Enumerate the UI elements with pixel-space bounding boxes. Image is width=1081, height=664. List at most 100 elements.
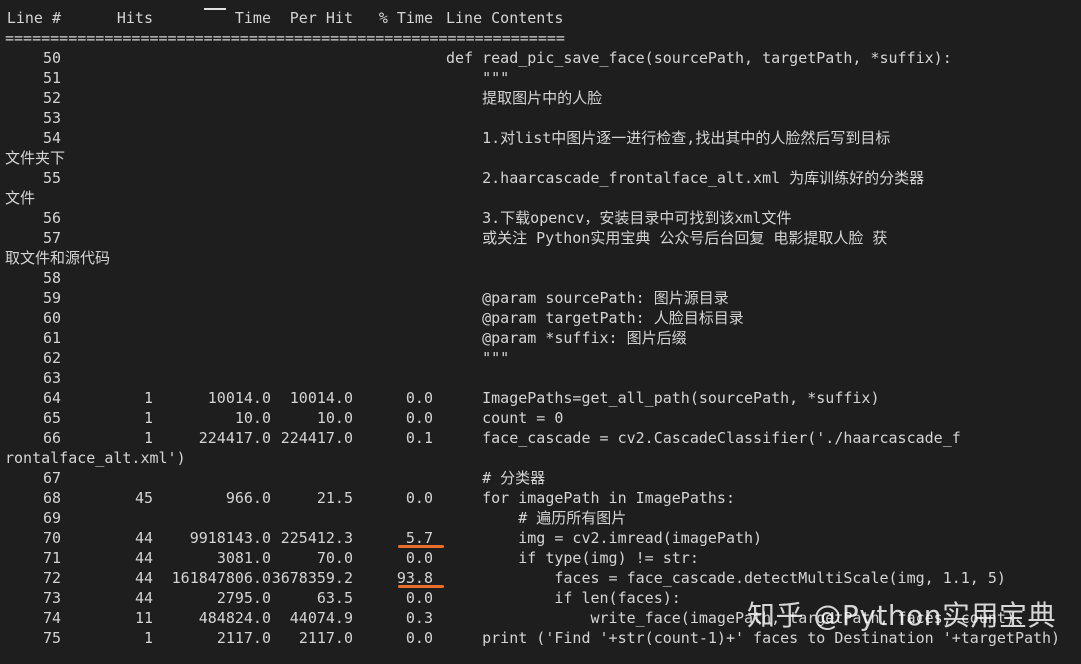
hits: 44 [134,569,153,587]
profile-row: 71 44 3081.0 70.0 0.0 if type(img) != str: [5,548,1081,568]
percent-time: 0.3 [405,609,433,627]
profile-row: 56 3.下载opencv，安装目录中可找到该xml文件 [5,208,1081,228]
per-hit: 224417.0 [280,429,353,447]
line-contents: if type(img) != str: [446,549,699,567]
profile-row: 62 """ [5,348,1081,368]
hits: 1 [143,389,153,407]
line-contents: # 遍历所有图片 [446,509,627,527]
wrapped-text: 文件 [5,189,36,207]
time: 2117.0 [216,629,271,647]
line-contents: 提取图片中的人脸 [446,89,603,107]
time: 484824.0 [198,609,271,627]
profile-row: 63 [5,368,1081,388]
line-number: 59 [42,289,61,307]
profile-row: 53 [5,108,1081,128]
separator-line: ========================================… [5,29,565,47]
percent-time: 0.0 [405,549,433,567]
hits: 1 [143,409,153,427]
line-number: 75 [42,629,61,647]
percent-time: 0.1 [405,429,433,447]
line-contents: @param targetPath: 人脸目标目录 [446,309,744,327]
hits: 44 [134,529,153,547]
profile-row: 68 45 966.0 21.5 0.0 for imagePath in ImageP… [5,488,1081,508]
hits: 44 [134,589,153,607]
header-hits: Hits [116,9,153,27]
profiler-output: Line # Hits Time Per Hit % Time Line Con… [5,8,1081,648]
time: 9918143.0 [189,529,271,547]
header-percent-time: % Time [378,9,433,27]
line-number: 68 [42,489,61,507]
line-contents: 3.下载opencv，安装目录中可找到该xml文件 [446,209,792,227]
line-contents: ImagePaths=get_all_path(sourcePath, *suf… [446,389,880,407]
profile-row: 50 def read_pic_save_face(sourcePath, tar… [5,48,1081,68]
hits: 45 [134,489,153,507]
header-row: Line # Hits Time Per Hit % Time Line Con… [5,8,1081,28]
time: 161847806.0 [171,569,271,587]
profile-rows: 50 def read_pic_save_face(sourcePath, tar… [5,48,1081,648]
profile-row: 52 提取图片中的人脸 [5,88,1081,108]
percent-time: 0.0 [405,589,433,607]
line-number: 66 [42,429,61,447]
profile-row: 59 @param sourcePath: 图片源目录 [5,288,1081,308]
profile-row: 57 或关注 Python实用宝典 公众号后台回复 电影提取人脸 获 [5,228,1081,248]
wrapped-text: 取文件和源代码 [5,249,111,267]
per-hit: 63.5 [316,589,353,607]
percent-time: 0.0 [405,409,433,427]
line-contents: 2.haarcascade_frontalface_alt.xml 为库训练好的… [446,169,925,187]
percent-time: 0.0 [405,389,433,407]
hits: 44 [134,549,153,567]
line-number: 71 [42,549,61,567]
line-contents: 1.对list中图片逐一进行检查,找出其中的人脸然后写到目标 [446,129,891,147]
line-number: 61 [42,329,61,347]
header-line-number: Line # [6,9,61,27]
line-number: 62 [42,349,61,367]
line-contents: """ [446,69,510,87]
per-hit: 2117.0 [298,629,353,647]
profile-row: 66 1 224417.0 224417.0 0.1 face_cascade = cv… [5,428,1081,448]
profile-row: 54 1.对list中图片逐一进行检查,找出其中的人脸然后写到目标 [5,128,1081,148]
time: 224417.0 [198,429,271,447]
line-contents: # 分类器 [446,469,546,487]
line-number: 70 [42,529,61,547]
line-number: 52 [42,89,61,107]
header-time: Time [234,9,271,27]
per-hit: 44074.9 [289,609,353,627]
line-contents: faces = face_cascade.detectMultiScale(im… [446,569,1006,587]
line-contents: @param sourcePath: 图片源目录 [446,289,729,307]
profile-row: 64 1 10014.0 10014.0 0.0 ImagePaths=get_all_… [5,388,1081,408]
line-contents: for imagePath in ImagePaths: [446,489,735,507]
line-number: 60 [42,309,61,327]
profile-row: 51 """ [5,68,1081,88]
profile-row: 55 2.haarcascade_frontalface_alt.xml 为库训… [5,168,1081,188]
line-number: 51 [42,69,61,87]
percent-time: 0.0 [405,629,433,647]
hits: 11 [134,609,153,627]
profile-row: 70 44 9918143.0 225412.3 5.7 img = cv2.imrea… [5,528,1081,548]
hits: 1 [143,429,153,447]
wrapped-continuation: 文件 [5,188,1081,208]
line-number: 65 [42,409,61,427]
line-number: 57 [42,229,61,247]
wrapped-text: 文件夹下 [5,149,66,167]
line-number: 73 [42,589,61,607]
line-number: 53 [42,109,61,127]
line-contents: @param *suffix: 图片后缀 [446,329,687,347]
line-contents: if len(faces): [446,589,681,607]
line-number: 50 [42,49,61,67]
wrapped-text: rontalface_alt.xml') [5,449,186,467]
line-contents: img = cv2.imread(imagePath) [446,529,763,547]
header-per-hit: Per Hit [289,9,353,27]
line-number: 69 [42,509,61,527]
profile-row: 69 # 遍历所有图片 [5,508,1081,528]
profile-row: 65 1 10.0 10.0 0.0 count = 0 [5,408,1081,428]
hits: 1 [143,629,153,647]
per-hit: 70.0 [316,549,353,567]
profile-row: 67 # 分类器 [5,468,1081,488]
profile-row: 61 @param *suffix: 图片后缀 [5,328,1081,348]
time: 10.0 [234,409,271,427]
line-number: 72 [42,569,61,587]
wrapped-continuation: 文件夹下 [5,148,1081,168]
wrapped-continuation: rontalface_alt.xml') [5,448,1081,468]
time: 10014.0 [207,389,271,407]
line-number: 56 [42,209,61,227]
